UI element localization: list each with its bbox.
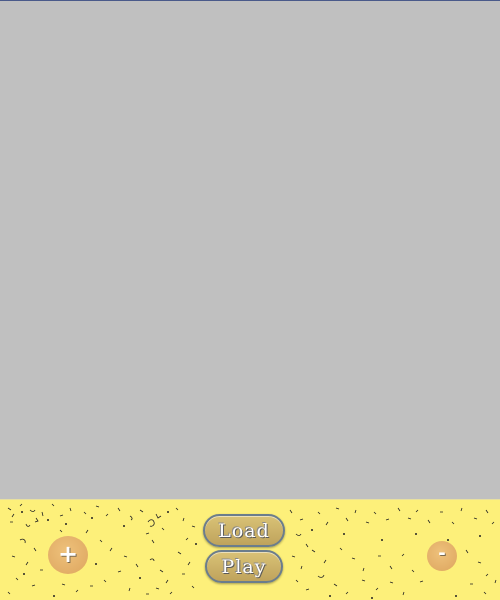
zoom-out-button[interactable]: - <box>427 541 457 571</box>
control-bar: + Load Play - <box>0 499 500 600</box>
zoom-in-button[interactable]: + <box>48 536 88 574</box>
game-canvas[interactable] <box>0 1 500 499</box>
load-button[interactable]: Load <box>203 514 285 547</box>
game-window: + Load Play - <box>0 0 500 600</box>
play-button[interactable]: Play <box>205 550 283 583</box>
